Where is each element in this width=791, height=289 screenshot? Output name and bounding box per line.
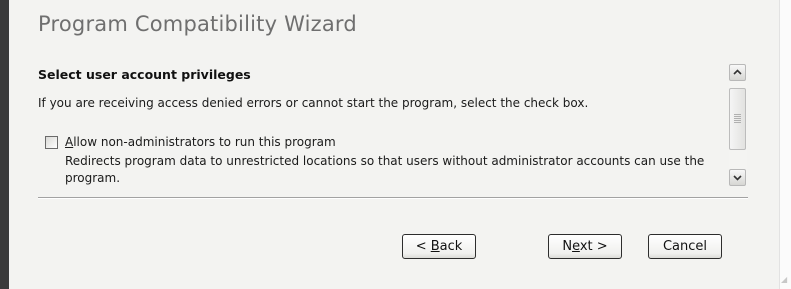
section-heading: Select user account privileges [38,67,251,82]
window-right-edge [779,0,791,289]
chevron-up-icon[interactable] [729,64,746,81]
window-left-border [0,0,9,289]
thumb-grip [734,114,741,123]
back-prefix: < [415,239,431,254]
scrollbar-thumb[interactable] [729,88,746,150]
chevron-down-icon[interactable] [729,169,746,186]
next-prefix: N [562,239,573,254]
button-separator [38,197,748,199]
chevron-up-icon-glyph [733,69,742,75]
resize-grip-icon[interactable]: ◢ [781,276,789,284]
label-access-key: A [65,135,74,149]
allow-non-admins-checkbox[interactable] [45,136,58,149]
next-button[interactable]: Next > [548,234,622,259]
vertical-scrollbar[interactable] [729,64,747,186]
label-text: llow non-administrators to run this prog… [73,135,336,149]
cancel-button[interactable]: Cancel [648,234,722,259]
back-access-key: B [430,239,440,254]
instruction-text: If you are receiving access denied error… [38,96,589,110]
back-label: ack [439,239,463,254]
chevron-down-icon-glyph [733,175,742,181]
back-button[interactable]: < Back [402,234,476,259]
wizard-title: Program Compatibility Wizard [38,12,357,36]
allow-non-admins-label[interactable]: Allow non-administrators to run this pro… [65,135,336,149]
next-access-key: e [572,239,580,254]
next-label: xt > [579,239,608,254]
wizard-window: Program Compatibility Wizard Select user… [0,0,791,289]
option-description: Redirects program data to unrestricted l… [65,154,705,185]
